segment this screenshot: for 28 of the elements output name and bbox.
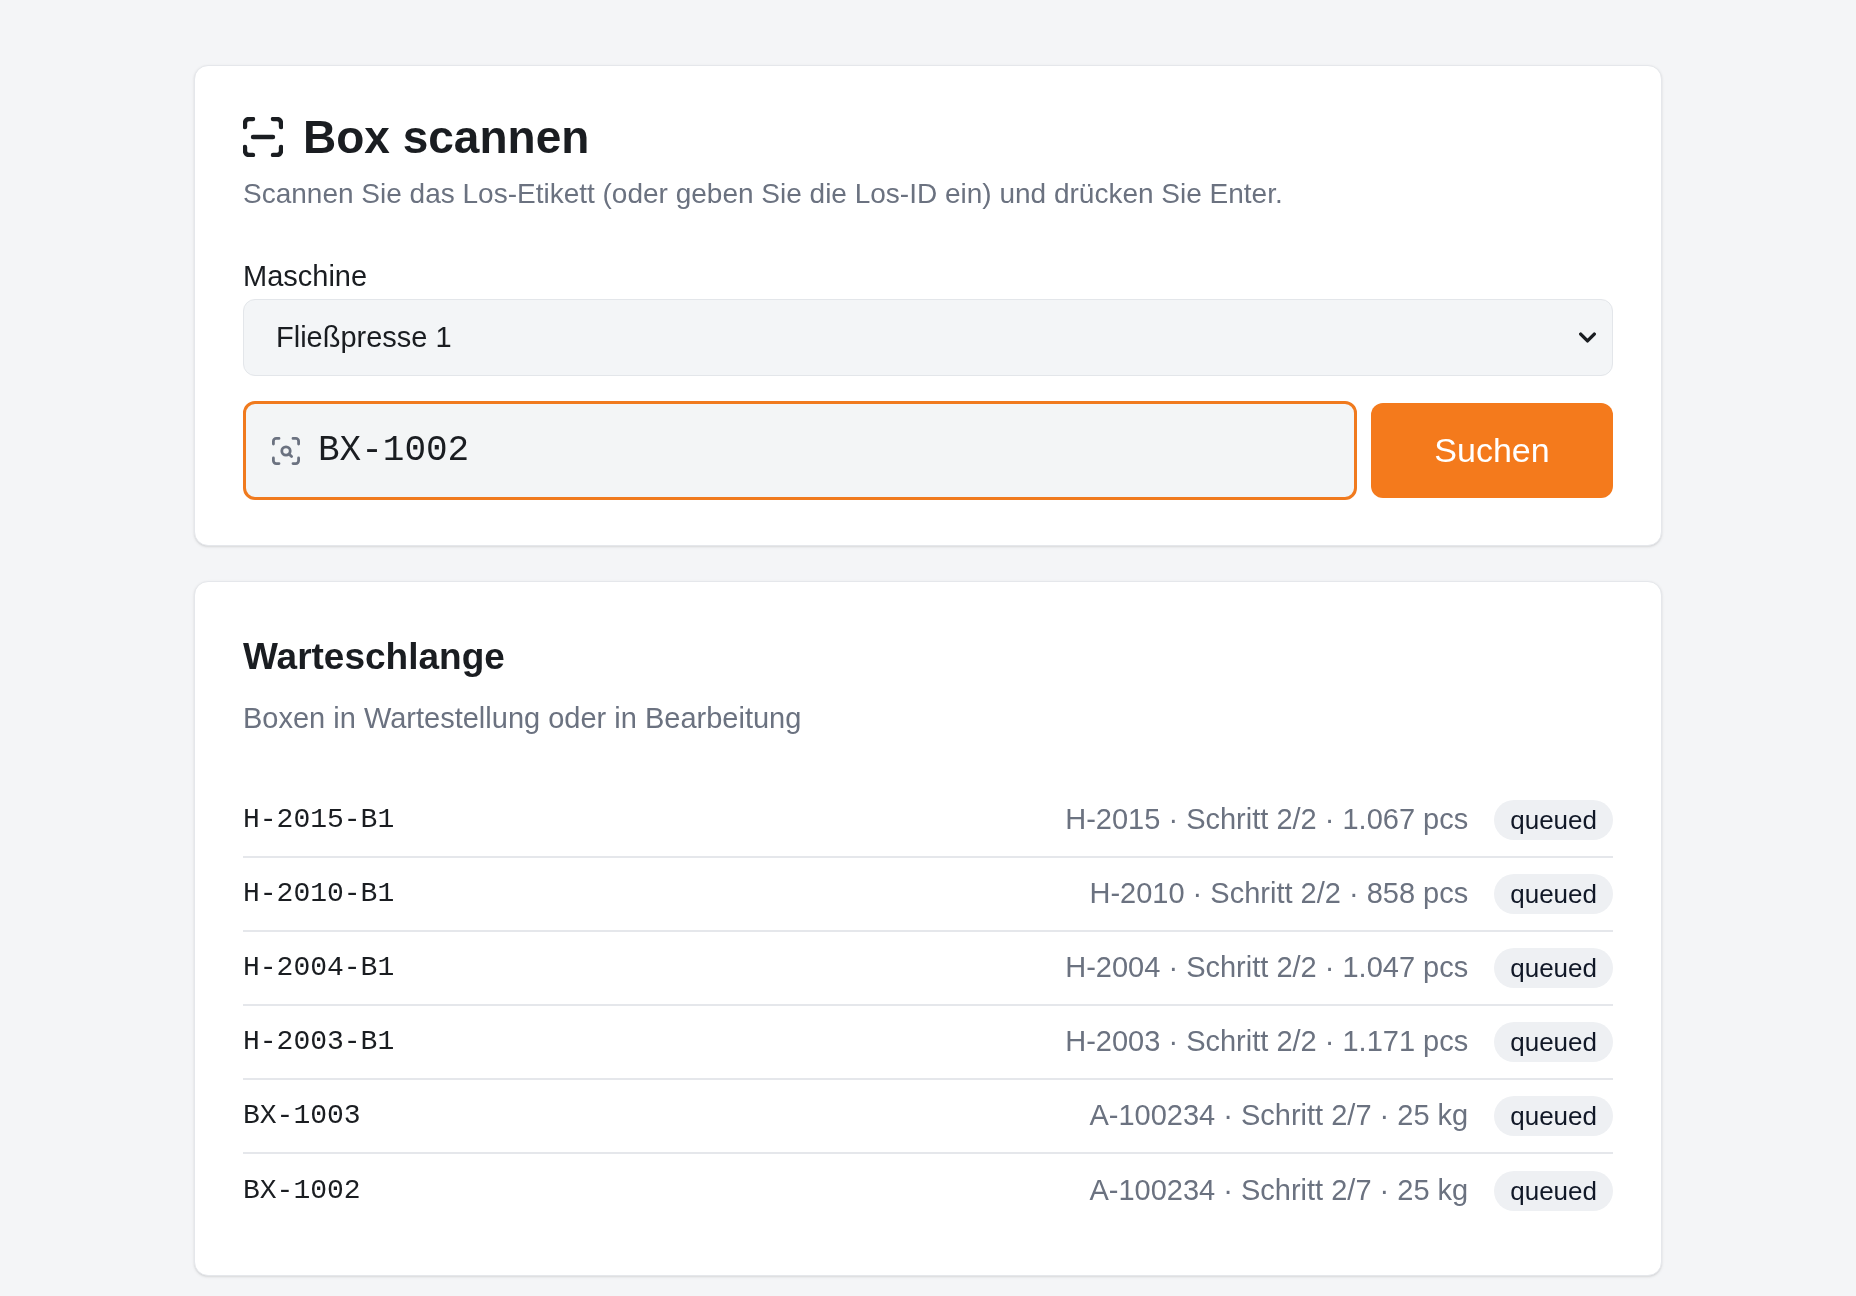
queue-item-details: A-100234 · Schritt 2/7 · 25 kg — [1089, 1098, 1469, 1134]
card-description: Scannen Sie das Los-Etikett (oder geben Sie die Los-ID ein) und drücken Sie Enter. — [243, 177, 1284, 211]
status-badge: queued — [1494, 800, 1613, 840]
queue-item-details: H-2015 · Schritt 2/2 · 1.067 pcs — [1065, 802, 1469, 838]
scan-search-icon — [272, 436, 300, 465]
status-badge: queued — [1494, 1096, 1613, 1136]
status-badge: queued — [1494, 948, 1613, 988]
queue-item-id: BX-1002 — [243, 1174, 361, 1208]
card-title: Box scannen — [303, 110, 590, 165]
queue-item-id: BX-1003 — [243, 1099, 361, 1133]
queue-title: Warteschlange — [243, 635, 506, 679]
queue-item-id: H-2003-B1 — [243, 1025, 395, 1059]
machine-select[interactable]: Fließpresse 1 — [243, 299, 1613, 376]
status-badge: queued — [1494, 1171, 1613, 1211]
machine-label: Maschine — [243, 259, 369, 294]
scan-input-field[interactable]: BX-1002 — [243, 401, 1357, 500]
queue-item-id: H-2010-B1 — [243, 877, 395, 911]
scan-icon — [243, 117, 283, 157]
chevron-down-icon — [1579, 332, 1596, 343]
queue-item-details: H-2003 · Schritt 2/2 · 1.171 pcs — [1065, 1024, 1469, 1060]
queue-item-id: H-2015-B1 — [243, 803, 395, 837]
queue-item-details: H-2004 · Schritt 2/2 · 1.047 pcs — [1065, 950, 1469, 986]
queue-description: Boxen in Wartestellung oder in Bearbeitung — [243, 701, 803, 736]
queue-item-details: H-2010 · Schritt 2/2 · 858 pcs — [1089, 876, 1469, 912]
queue-item-details: A-100234 · Schritt 2/7 · 25 kg — [1089, 1173, 1469, 1209]
status-badge: queued — [1494, 1022, 1613, 1062]
queue-item-id: H-2004-B1 — [243, 951, 395, 985]
status-badge: queued — [1494, 874, 1613, 914]
